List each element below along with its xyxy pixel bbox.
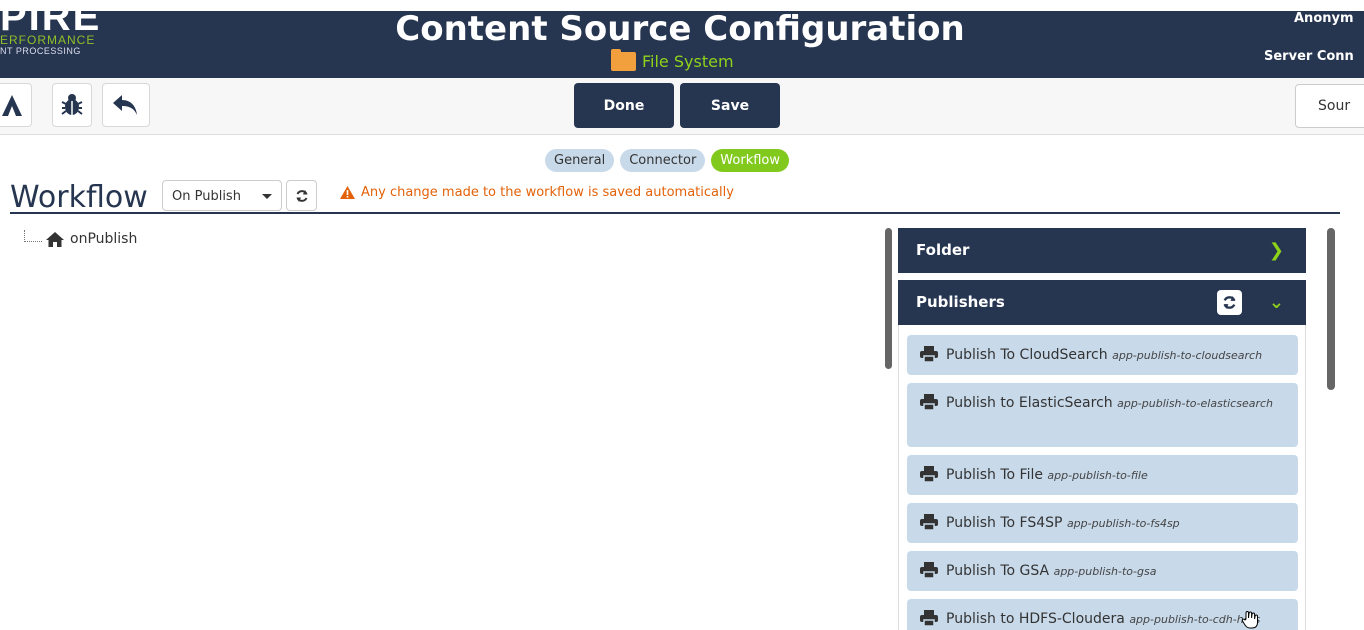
user-name[interactable]: Anonym — [1294, 11, 1364, 26]
publisher-id: app-publish-to-gsa — [1053, 565, 1157, 578]
publisher-id: app-publish-to-cloudsearch — [1112, 349, 1263, 362]
publisher-item[interactable]: Publish To GSA app-publish-to-gsa — [907, 551, 1298, 591]
warning-icon — [340, 186, 355, 199]
debug-button[interactable] — [52, 83, 92, 127]
publisher-name: Publish To GSA — [946, 563, 1050, 579]
publisher-item[interactable]: Publish To File app-publish-to-file — [907, 455, 1298, 495]
caret-down-icon — [262, 194, 272, 199]
publisher-name: Publish to HDFS-Cloudera — [946, 611, 1125, 627]
workflow-tree: onPublish — [24, 230, 137, 247]
tree-connector — [24, 230, 42, 242]
undo-button[interactable] — [102, 83, 150, 127]
publishers-section-header[interactable]: Publishers ⌄ — [898, 280, 1306, 325]
autosave-warning-text: Any change made to the workflow is saved… — [361, 185, 734, 200]
printer-icon — [920, 562, 938, 578]
config-tabs: General Connector Workflow — [545, 149, 789, 172]
bug-icon — [61, 94, 83, 115]
chevron-right-icon: ❯ — [1268, 240, 1284, 261]
workflow-stage-select[interactable]: On Publish — [162, 180, 282, 211]
workflow-stage-value: On Publish — [172, 189, 241, 204]
home-button[interactable] — [0, 83, 32, 127]
home-icon — [46, 231, 64, 247]
folder-section-header[interactable]: Folder ❯ — [898, 228, 1306, 273]
publisher-item[interactable]: Publish To FS4SP app-publish-to-fs4sp — [907, 503, 1298, 543]
printer-icon — [920, 610, 938, 626]
refresh-icon — [1223, 296, 1236, 309]
tab-general[interactable]: General — [545, 149, 615, 172]
publisher-item[interactable]: Publish To CloudSearch app-publish-to-cl… — [907, 335, 1298, 375]
divider — [10, 212, 1340, 214]
refresh-icon — [296, 189, 307, 202]
workflow-scrollbar[interactable] — [885, 228, 892, 369]
publisher-name: Publish To CloudSearch — [946, 347, 1108, 363]
printer-icon — [920, 466, 938, 482]
source-type-label: File System — [642, 51, 734, 71]
publisher-item[interactable]: Publish to ElasticSearch app-publish-to-… — [907, 383, 1298, 447]
tree-node-onpublish[interactable]: onPublish — [70, 231, 137, 247]
folder-icon — [611, 48, 636, 71]
done-button[interactable]: Done — [574, 83, 674, 128]
printer-icon — [920, 514, 938, 530]
publisher-id: app-publish-to-fs4sp — [1066, 517, 1180, 530]
source-type: File System — [611, 48, 734, 71]
workflow-refresh-button[interactable] — [286, 180, 317, 211]
logo-a-icon — [2, 95, 22, 116]
printer-icon — [920, 346, 938, 362]
publisher-name: Publish To File — [946, 467, 1043, 483]
publisher-name: Publish To FS4SP — [946, 515, 1063, 531]
publishers-section-label: Publishers — [916, 293, 1005, 311]
hand-cursor-icon — [1241, 610, 1258, 629]
tab-workflow[interactable]: Workflow — [711, 149, 789, 172]
toolbar: Done Save Sour — [0, 78, 1364, 135]
publisher-id: app-publish-to-elasticsearch — [1117, 397, 1273, 410]
folder-section-label: Folder — [916, 241, 970, 259]
sources-button[interactable]: Sour — [1295, 84, 1364, 128]
printer-icon — [920, 394, 938, 410]
panel-scrollbar[interactable] — [1327, 228, 1335, 390]
page-title: Content Source Configuration — [395, 9, 965, 49]
save-button[interactable]: Save — [680, 83, 780, 128]
tab-connector[interactable]: Connector — [620, 149, 706, 172]
publisher-name: Publish to ElasticSearch — [946, 395, 1113, 411]
server-connection-status: Server Conn — [1264, 49, 1354, 64]
publisher-id: app-publish-to-file — [1047, 469, 1148, 482]
app-header: PIRE ERFORMANCE NT PROCESSING Content So… — [0, 0, 1364, 78]
chevron-down-icon: ⌄ — [1268, 292, 1284, 313]
publishers-refresh-button[interactable] — [1217, 290, 1242, 315]
undo-icon — [113, 95, 137, 115]
publishers-list: Publish To CloudSearch app-publish-to-cl… — [898, 325, 1306, 630]
autosave-warning: Any change made to the workflow is saved… — [340, 185, 734, 200]
